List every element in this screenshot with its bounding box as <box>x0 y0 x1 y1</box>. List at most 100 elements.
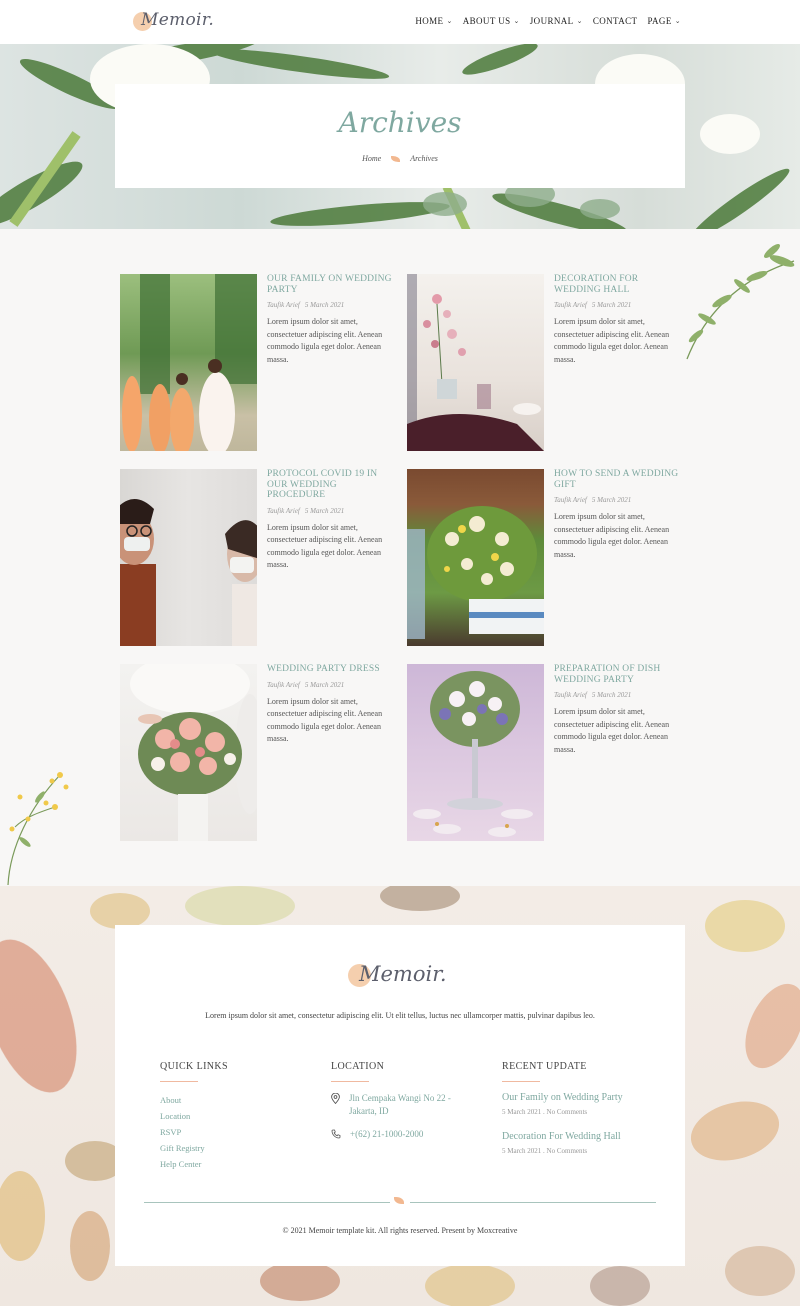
address-row: Jln Cempaka Wangi No 22 - Jakarta, ID <box>331 1092 471 1118</box>
post-thumbnail[interactable] <box>407 469 544 646</box>
post-thumbnail[interactable] <box>120 274 257 451</box>
recent-post-meta: 5 March 2021 . No Comments <box>502 1147 588 1155</box>
nav-about-us[interactable]: ABOUT US ⌄ <box>463 16 520 26</box>
post-title[interactable]: HOW TO SEND A WEDDING GIFT <box>554 469 682 490</box>
recent-post-meta: 5 March 2021 . No Comments <box>502 1108 588 1116</box>
post-excerpt: Lorem ipsum dolor sit amet, consectetuer… <box>267 317 383 364</box>
phone-text[interactable]: +(62) 21-1000-2000 <box>350 1128 423 1141</box>
post-date: 5 March 2021 <box>304 680 345 689</box>
footer-divider <box>144 1197 656 1204</box>
floral-sprig-decoration <box>7 772 69 886</box>
phone-icon <box>331 1129 341 1139</box>
post-info: WEDDING PARTY DRESS Taufik Arief 5 March … <box>267 664 395 746</box>
bouquet-photo <box>130 664 257 841</box>
post-card[interactable]: HOW TO SEND A WEDDING GIFT Taufik Arief 5… <box>407 469 687 647</box>
post-author[interactable]: Taufik Arief <box>554 496 587 504</box>
post-meta: Taufik Arief 5 March 2021 <box>554 691 682 699</box>
post-thumbnail[interactable] <box>120 469 257 646</box>
divider-line-left <box>144 1202 390 1203</box>
post-author[interactable]: Taufik Arief <box>267 507 300 515</box>
post-author[interactable]: Taufik Arief <box>554 301 587 309</box>
map-pin-icon <box>331 1093 340 1104</box>
leaf-icon <box>391 155 401 162</box>
post-date: 5 March 2021 <box>591 301 632 309</box>
post-date: 5 March 2021 <box>304 301 345 309</box>
chevron-down-icon: ⌄ <box>513 17 520 25</box>
footer-link-help-center[interactable]: Help Center <box>160 1156 320 1172</box>
table-centerpiece-photo <box>413 671 533 837</box>
quick-links-column: QUICK LINKS About Location RSVP Gift Reg… <box>160 1061 320 1172</box>
nav-journal[interactable]: JOURNAL ⌄ <box>530 16 583 26</box>
chevron-down-icon: ⌄ <box>674 17 681 25</box>
post-author[interactable]: Taufik Arief <box>267 301 300 309</box>
post-title[interactable]: PROTOCOL COVID 19 IN OUR WEDDING PROCEDU… <box>267 469 395 501</box>
post-excerpt: Lorem ipsum dolor sit amet, consectetuer… <box>267 522 383 570</box>
page-title: Archives <box>338 106 462 139</box>
post-author[interactable]: Taufik Arief <box>554 691 587 699</box>
quick-links-heading: QUICK LINKS <box>160 1061 229 1072</box>
post-title[interactable]: DECORATION FOR WEDDING HALL <box>554 274 682 295</box>
recent-post-title[interactable]: Our Family on Wedding Party <box>502 1092 652 1103</box>
heading-underline <box>502 1081 540 1082</box>
breadcrumb: Home Archives <box>115 154 685 163</box>
heading-underline <box>331 1081 369 1082</box>
post-card[interactable]: PREPARATION OF DISH WEDDING PARTY Taufik… <box>407 664 687 842</box>
post-excerpt: Lorem ipsum dolor sit amet, consectetuer… <box>554 512 670 559</box>
divider-line-right <box>410 1202 656 1203</box>
post-info: PROTOCOL COVID 19 IN OUR WEDDING PROCEDU… <box>267 469 395 572</box>
footer-link-about[interactable]: About <box>160 1092 320 1108</box>
post-meta: Taufik Arief 5 March 2021 <box>267 301 395 309</box>
footer-link-gift-registry[interactable]: Gift Registry <box>160 1140 320 1156</box>
leaf-icon <box>394 1197 404 1204</box>
post-card[interactable]: PROTOCOL COVID 19 IN OUR WEDDING PROCEDU… <box>120 469 400 647</box>
post-date: 5 March 2021 <box>304 506 345 515</box>
post-info: OUR FAMILY ON WEDDING PARTY Taufik Arief… <box>267 274 395 366</box>
site-header: Memoir. HOME ⌄ ABOUT US ⌄ JOURNAL ⌄ CONTACT… <box>0 0 800 44</box>
post-thumbnail[interactable] <box>120 664 257 841</box>
flower-vase-photo <box>407 506 544 639</box>
post-meta: Taufik Arief 5 March 2021 <box>267 507 395 515</box>
post-card[interactable]: DECORATION FOR WEDDING HALL Taufik Arief… <box>407 274 687 452</box>
hero-card: Archives Home Archives <box>115 84 685 188</box>
nav-contact[interactable]: CONTACT <box>593 16 638 26</box>
post-excerpt: Lorem ipsum dolor sit amet, consectetuer… <box>554 707 670 754</box>
location-heading: LOCATION <box>331 1061 385 1072</box>
post-title[interactable]: PREPARATION OF DISH WEDDING PARTY <box>554 664 682 685</box>
post-excerpt: Lorem ipsum dolor sit amet, consectetuer… <box>554 317 670 364</box>
address-text: Jln Cempaka Wangi No 22 - Jakarta, ID <box>349 1093 451 1116</box>
recent-post-title[interactable]: Decoration For Wedding Hall <box>502 1131 652 1142</box>
copyright: © 2021 Memoir template kit. All rights r… <box>282 1226 518 1235</box>
post-excerpt: Lorem ipsum dolor sit amet, consectetuer… <box>267 696 383 744</box>
breadcrumb-home[interactable]: Home <box>362 154 381 163</box>
logo-text: Memoir. <box>359 962 447 986</box>
footer-logo[interactable]: Memoir. <box>347 960 457 992</box>
post-card[interactable]: WEDDING PARTY DRESS Taufik Arief 5 March … <box>120 664 400 842</box>
post-date: 5 March 2021 <box>591 496 632 504</box>
masked-couple-photo <box>120 499 257 646</box>
post-author[interactable]: Taufik Arief <box>267 681 300 689</box>
hero-banner: Archives Home Archives <box>0 44 800 229</box>
footer-link-rsvp[interactable]: RSVP <box>160 1124 320 1140</box>
chevron-down-icon: ⌄ <box>576 17 583 25</box>
nav-home[interactable]: HOME ⌄ <box>415 16 452 26</box>
post-date: 5 March 2021 <box>591 691 632 699</box>
post-meta: Taufik Arief 5 March 2021 <box>554 301 682 309</box>
bridesmaids-photo <box>122 274 257 451</box>
footer-link-location[interactable]: Location <box>160 1108 320 1124</box>
post-info: PREPARATION OF DISH WEDDING PARTY Taufik… <box>554 664 682 756</box>
site-logo[interactable]: Memoir. <box>132 9 222 35</box>
nav-page[interactable]: PAGE ⌄ <box>647 16 681 26</box>
location-column: LOCATION Jln Cempaka Wangi No 22 - Jakar… <box>331 1061 471 1151</box>
wedding-hall-photo <box>407 274 544 451</box>
post-info: DECORATION FOR WEDDING HALL Taufik Arief… <box>554 274 682 366</box>
recent-update-heading: RECENT UPDATE <box>502 1061 587 1072</box>
post-thumbnail[interactable] <box>407 274 544 451</box>
heading-underline <box>160 1081 198 1082</box>
post-title[interactable]: WEDDING PARTY DRESS <box>267 664 395 675</box>
post-title[interactable]: OUR FAMILY ON WEDDING PARTY <box>267 274 395 295</box>
floral-sprig-decoration <box>686 244 795 360</box>
phone-row: +(62) 21-1000-2000 <box>331 1128 471 1141</box>
post-thumbnail[interactable] <box>407 664 544 841</box>
post-info: HOW TO SEND A WEDDING GIFT Taufik Arief 5… <box>554 469 682 561</box>
post-card[interactable]: OUR FAMILY ON WEDDING PARTY Taufik Arief… <box>120 274 400 452</box>
